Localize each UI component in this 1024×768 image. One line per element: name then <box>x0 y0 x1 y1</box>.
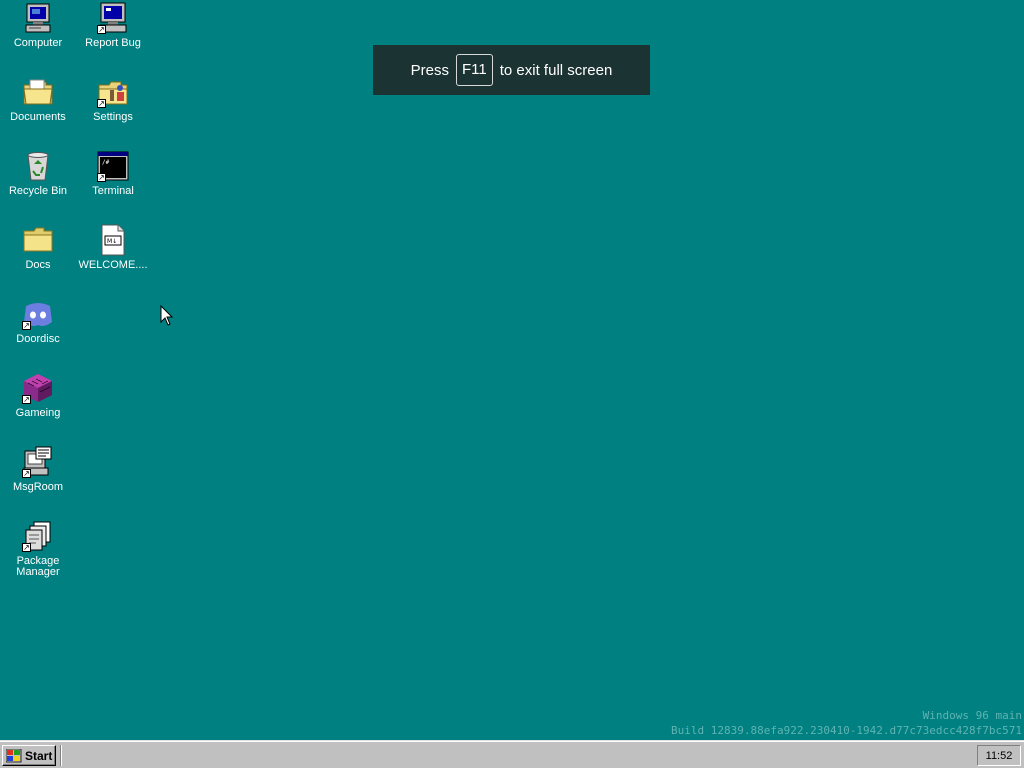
msgroom-icon: ↗ <box>22 446 54 478</box>
desktop-icon-label: Settings <box>93 111 133 123</box>
terminal-icon: /# ↗ <box>97 150 129 182</box>
clock-time: 11:52 <box>985 749 1013 762</box>
desktop-icon-doordisc[interactable]: ↗ Doordisc <box>0 298 76 345</box>
svg-text:M↓: M↓ <box>107 238 117 245</box>
build-os-name: Windows 96 main <box>922 709 1022 722</box>
toast-key: F11 <box>456 54 493 86</box>
taskbar-separator <box>60 745 62 766</box>
desktop-icon-settings[interactable]: ↗ Settings <box>75 76 151 123</box>
build-number: Build 12839.88efa922.230410-1942.d77c73e… <box>671 724 1022 737</box>
folder-icon <box>22 224 54 256</box>
gameing-icon: ↗ <box>22 372 54 404</box>
shortcut-arrow-icon: ↗ <box>97 99 106 108</box>
desktop-icon-documents[interactable]: Documents <box>0 76 76 123</box>
desktop-icon-label: Terminal <box>92 185 134 197</box>
desktop-icon-msgroom[interactable]: ↗ MsgRoom <box>0 446 76 493</box>
markdown-file-icon: M↓ <box>97 224 129 256</box>
doordisc-icon: ↗ <box>22 298 54 330</box>
desktop-icon-recycle-bin[interactable]: Recycle Bin <box>0 150 76 197</box>
toast-prefix: Press <box>410 61 450 79</box>
shortcut-arrow-icon: ↗ <box>97 173 106 182</box>
desktop-icon-label: Computer <box>13 37 63 49</box>
recycle-bin-icon <box>22 150 54 182</box>
desktop-icon-label: Recycle Bin <box>8 185 68 197</box>
settings-icon: ↗ <box>97 76 129 108</box>
report-bug-icon: ↗ <box>97 2 129 34</box>
desktop-icon-label: Report Bug <box>85 37 141 49</box>
documents-folder-icon <box>22 76 54 108</box>
fullscreen-exit-toast: Press F11 to exit full screen <box>373 45 650 95</box>
desktop[interactable]: Computer ↗ Report Bug Documents ↗ Settin… <box>0 0 1024 740</box>
desktop-icon-label: Docs <box>25 259 51 271</box>
desktop-icon-label: MsgRoom <box>12 481 64 493</box>
desktop-icon-computer[interactable]: Computer <box>0 2 76 49</box>
build-watermark: Windows 96 main Build 12839.88efa922.230… <box>671 708 1022 738</box>
desktop-icon-gameing[interactable]: ↗ Gameing <box>0 372 76 419</box>
svg-text:/#: /# <box>102 159 110 166</box>
desktop-icon-label: Doordisc <box>16 333 60 345</box>
desktop-icon-welcome[interactable]: M↓ WELCOME.... <box>75 224 151 271</box>
computer-icon <box>22 2 54 34</box>
windows-logo-icon <box>5 748 22 763</box>
desktop-icon-label: Gameing <box>15 407 61 419</box>
start-button[interactable]: Start <box>2 745 56 766</box>
shortcut-arrow-icon: ↗ <box>22 469 31 478</box>
desktop-icon-terminal[interactable]: /# ↗ Terminal <box>75 150 151 197</box>
shortcut-arrow-icon: ↗ <box>22 321 31 330</box>
desktop-icon-report-bug[interactable]: ↗ Report Bug <box>75 2 151 49</box>
desktop-icon-label: WELCOME.... <box>78 259 148 271</box>
toast-suffix: to exit full screen <box>499 61 613 79</box>
package-manager-icon: ↗ <box>22 520 54 552</box>
start-label: Start <box>25 748 53 763</box>
shortcut-arrow-icon: ↗ <box>22 395 31 404</box>
desktop-icon-docs[interactable]: Docs <box>0 224 76 271</box>
system-tray-clock[interactable]: 11:52 <box>977 745 1021 766</box>
mouse-pointer-icon <box>160 304 174 327</box>
taskbar: Start 11:52 <box>0 740 1024 768</box>
desktop-icon-label: Package Manager <box>16 555 60 578</box>
shortcut-arrow-icon: ↗ <box>22 543 31 552</box>
shortcut-arrow-icon: ↗ <box>97 25 106 34</box>
desktop-icon-label: Documents <box>10 111 66 123</box>
desktop-icon-package-manager[interactable]: ↗ Package Manager <box>0 520 76 578</box>
